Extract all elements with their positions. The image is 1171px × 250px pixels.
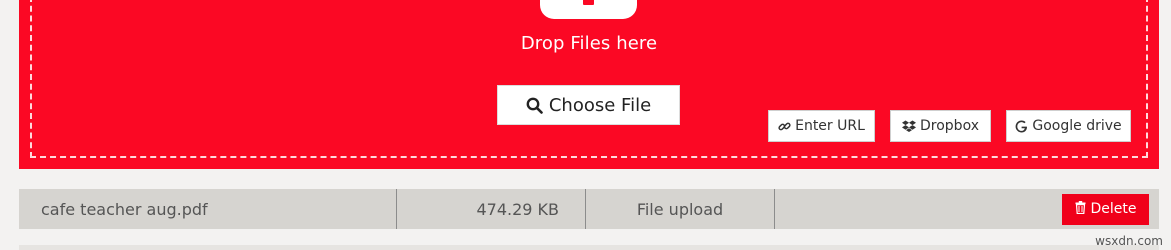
search-icon [526,97,543,114]
upload-dropzone[interactable]: Drop Files here Choose File Enter URL Dr… [19,0,1159,169]
google-drive-button[interactable]: Google drive [1006,110,1131,142]
choose-file-label: Choose File [548,94,652,116]
watermark: wsxdn.com [1095,234,1163,248]
upload-arrow-icon [583,0,594,5]
enter-url-button[interactable]: Enter URL [768,110,875,142]
trash-icon [1075,200,1086,218]
google-icon [1015,120,1028,133]
google-drive-label: Google drive [1032,118,1122,134]
next-row-strip [19,245,1159,250]
delete-button[interactable]: Delete [1062,193,1149,225]
delete-label: Delete [1090,201,1137,217]
dropbox-icon [902,120,916,133]
file-size: 474.29 KB [397,189,586,229]
file-actions: Delete [775,189,1159,229]
dropbox-button[interactable]: Dropbox [890,110,991,142]
table-row: cafe teacher aug.pdf 474.29 KB File uplo… [19,189,1159,229]
dropbox-label: Dropbox [920,118,979,134]
enter-url-label: Enter URL [795,118,865,134]
choose-file-button[interactable]: Choose File [497,85,680,125]
file-name: cafe teacher aug.pdf [19,189,397,229]
link-icon [778,120,791,133]
file-status: File upload [586,189,775,229]
upload-icon[interactable] [540,0,637,19]
drop-files-text: Drop Files here [520,33,658,54]
